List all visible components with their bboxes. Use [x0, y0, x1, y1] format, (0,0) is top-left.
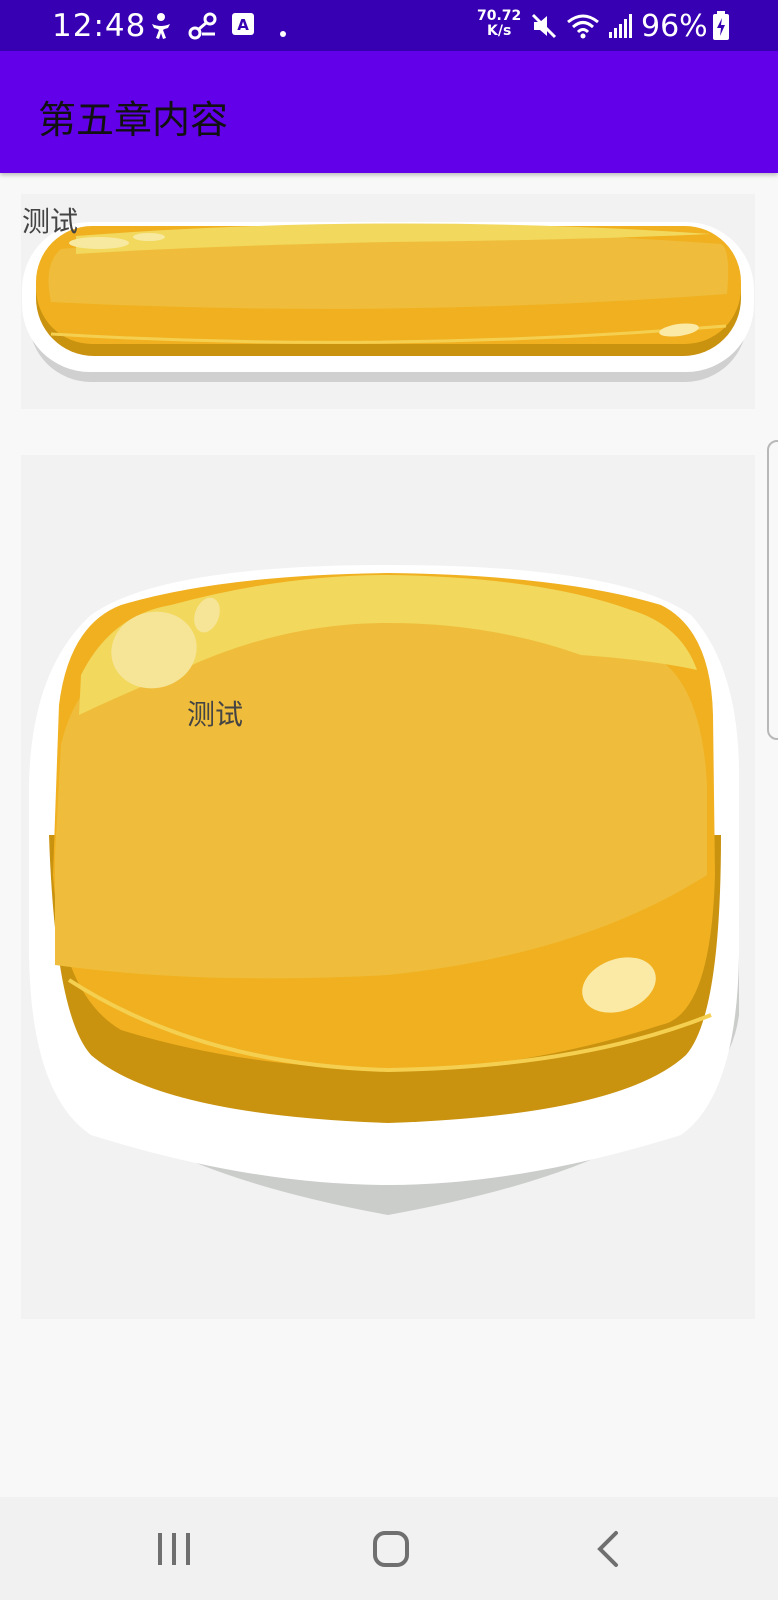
network-speed-value: 70.72 — [477, 8, 522, 24]
home-icon[interactable] — [361, 1525, 421, 1575]
battery-percentage: 96% — [641, 9, 708, 44]
network-speed: 70.72 K/s — [477, 9, 521, 39]
test-button-small[interactable]: 测试 — [21, 194, 755, 409]
scrollbar-handle[interactable] — [767, 440, 778, 740]
golden-button-background — [22, 222, 754, 382]
app-bar: 第五章内容 — [0, 51, 778, 173]
battery-charging-icon — [712, 11, 730, 45]
test-button-large[interactable]: 测试 — [21, 455, 755, 1319]
wifi-icon — [566, 12, 600, 44]
link-icon — [188, 12, 218, 44]
accessibility-icon — [148, 12, 174, 44]
test-button-large-label: 测试 — [187, 698, 244, 731]
status-bar: 12:48 A 70.72 K/s 96% — [0, 0, 778, 51]
translate-icon: A — [231, 12, 255, 42]
page-title: 第五章内容 — [38, 98, 229, 142]
svg-text:A: A — [237, 16, 249, 34]
status-time: 12:48 — [52, 8, 147, 44]
back-icon[interactable] — [578, 1525, 638, 1575]
test-button-small-label: 测试 — [22, 205, 79, 238]
navigation-bar — [0, 1497, 778, 1600]
golden-button-background — [29, 565, 740, 1215]
mute-icon — [530, 12, 558, 44]
dot-icon — [280, 22, 286, 41]
network-speed-unit: K/s — [487, 23, 512, 39]
signal-icon — [608, 12, 636, 44]
recent-apps-icon[interactable] — [144, 1525, 204, 1575]
